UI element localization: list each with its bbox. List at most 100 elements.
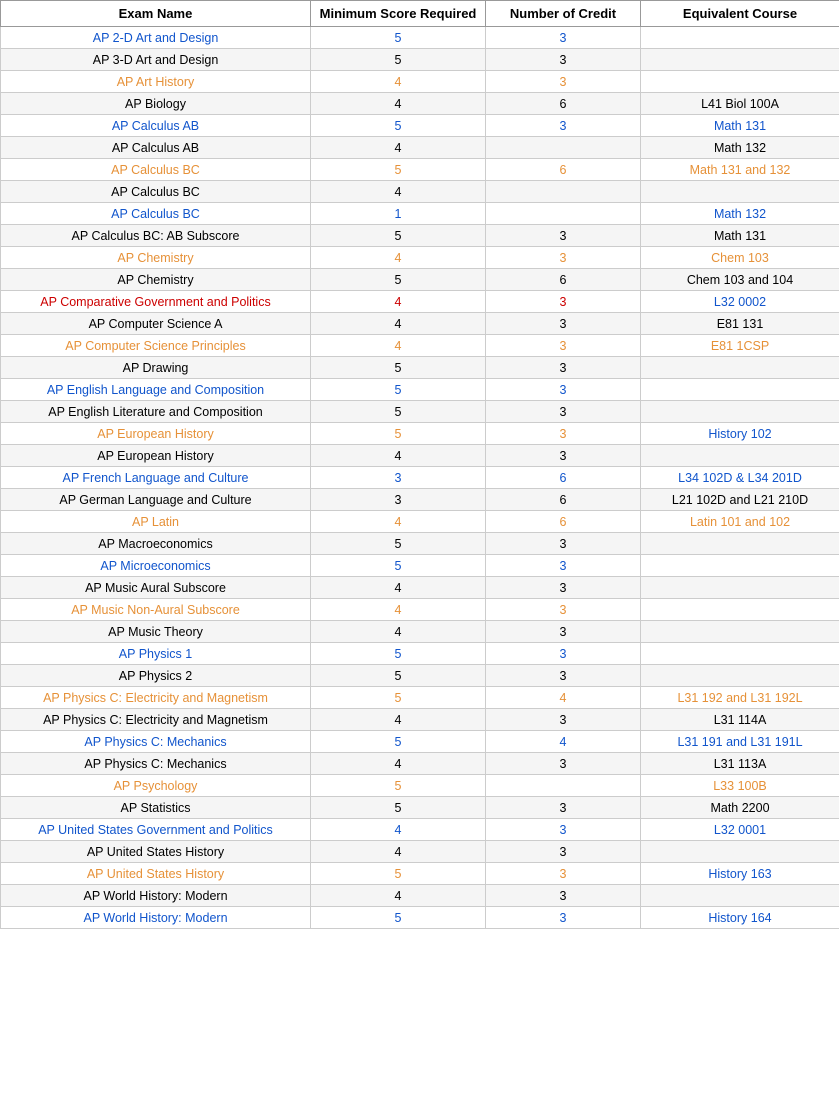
table-row: AP United States Government and Politics…	[1, 819, 839, 841]
min-score-cell: 3	[311, 467, 486, 489]
exam-name-cell: AP Computer Science Principles	[1, 335, 311, 357]
min-score-cell: 4	[311, 753, 486, 775]
equiv-course-cell: L32 0002	[641, 291, 839, 313]
equiv-course-cell: L34 102D & L34 201D	[641, 467, 839, 489]
exam-name-cell: AP Physics C: Electricity and Magnetism	[1, 687, 311, 709]
table-row: AP Chemistry43Chem 103	[1, 247, 839, 269]
min-score-cell: 5	[311, 379, 486, 401]
exam-name-cell: AP Statistics	[1, 797, 311, 819]
exam-name-cell: AP Calculus BC: AB Subscore	[1, 225, 311, 247]
table-row: AP Physics C: Mechanics43L31 113A	[1, 753, 839, 775]
exam-name-cell: AP Physics C: Electricity and Magnetism	[1, 709, 311, 731]
exam-name-cell: AP Music Theory	[1, 621, 311, 643]
credit-cell: 3	[486, 797, 641, 819]
exam-name-cell: AP European History	[1, 445, 311, 467]
equiv-course-cell	[641, 841, 839, 863]
equiv-course-cell	[641, 577, 839, 599]
table-row: AP World History: Modern53History 164	[1, 907, 839, 929]
credit-cell: 3	[486, 115, 641, 137]
min-score-cell: 5	[311, 643, 486, 665]
equiv-course-cell: L31 113A	[641, 753, 839, 775]
exam-name-cell: AP United States History	[1, 863, 311, 885]
exam-name-cell: AP 2-D Art and Design	[1, 27, 311, 49]
exam-name-cell: AP Comparative Government and Politics	[1, 291, 311, 313]
credit-cell: 3	[486, 335, 641, 357]
equiv-course-cell: History 163	[641, 863, 839, 885]
equiv-course-cell	[641, 357, 839, 379]
equiv-course-cell	[641, 555, 839, 577]
exam-name-cell: AP Art History	[1, 71, 311, 93]
exam-name-cell: AP French Language and Culture	[1, 467, 311, 489]
exam-name-cell: AP United States Government and Politics	[1, 819, 311, 841]
equiv-course-cell	[641, 445, 839, 467]
table-row: AP Calculus BC: AB Subscore53Math 131	[1, 225, 839, 247]
table-row: AP Physics C: Mechanics54L31 191 and L31…	[1, 731, 839, 753]
table-row: AP Drawing53	[1, 357, 839, 379]
exam-name-cell: AP Drawing	[1, 357, 311, 379]
credit-cell: 3	[486, 599, 641, 621]
min-score-cell: 4	[311, 621, 486, 643]
exam-name-cell: AP Psychology	[1, 775, 311, 797]
credit-cell: 3	[486, 643, 641, 665]
min-score-cell: 5	[311, 533, 486, 555]
table-row: AP European History53History 102	[1, 423, 839, 445]
equiv-course-cell: Chem 103	[641, 247, 839, 269]
exam-name-cell: AP German Language and Culture	[1, 489, 311, 511]
credit-cell: 3	[486, 841, 641, 863]
credit-cell: 3	[486, 379, 641, 401]
credit-cell: 3	[486, 555, 641, 577]
min-score-cell: 4	[311, 181, 486, 203]
min-score-cell: 4	[311, 599, 486, 621]
exam-name-cell: AP Physics 2	[1, 665, 311, 687]
equiv-course-cell: Math 132	[641, 203, 839, 225]
credit-cell: 3	[486, 225, 641, 247]
equiv-course-cell: E81 1CSP	[641, 335, 839, 357]
equiv-course-cell: History 164	[641, 907, 839, 929]
credit-cell: 3	[486, 313, 641, 335]
equiv-course-cell: Math 131 and 132	[641, 159, 839, 181]
equiv-course-cell: Chem 103 and 104	[641, 269, 839, 291]
table-row: AP Calculus BC4	[1, 181, 839, 203]
equiv-course-cell: L31 191 and L31 191L	[641, 731, 839, 753]
equiv-course-cell	[641, 533, 839, 555]
credit-cell: 3	[486, 665, 641, 687]
credit-cell: 3	[486, 357, 641, 379]
min-score-cell: 4	[311, 335, 486, 357]
table-row: AP Microeconomics53	[1, 555, 839, 577]
exam-name-cell: AP Calculus BC	[1, 181, 311, 203]
exam-name-cell: AP Physics C: Mechanics	[1, 753, 311, 775]
table-row: AP English Language and Composition53	[1, 379, 839, 401]
equiv-course-cell	[641, 181, 839, 203]
exam-name-cell: AP World History: Modern	[1, 885, 311, 907]
equiv-course-cell: L21 102D and L21 210D	[641, 489, 839, 511]
table-row: AP Physics 253	[1, 665, 839, 687]
table-row: AP Computer Science Principles43E81 1CSP	[1, 335, 839, 357]
exam-name-cell: AP Calculus BC	[1, 159, 311, 181]
min-score-cell: 5	[311, 159, 486, 181]
header-credit: Number of Credit	[486, 1, 641, 27]
exam-name-cell: AP Chemistry	[1, 269, 311, 291]
min-score-cell: 5	[311, 731, 486, 753]
credit-cell: 3	[486, 71, 641, 93]
exam-name-cell: AP Calculus BC	[1, 203, 311, 225]
credit-cell: 3	[486, 577, 641, 599]
table-row: AP Computer Science A43E81 131	[1, 313, 839, 335]
min-score-cell: 5	[311, 797, 486, 819]
min-score-cell: 3	[311, 489, 486, 511]
min-score-cell: 4	[311, 247, 486, 269]
min-score-cell: 4	[311, 71, 486, 93]
equiv-course-cell: L41 Biol 100A	[641, 93, 839, 115]
min-score-cell: 4	[311, 137, 486, 159]
credit-cell: 6	[486, 489, 641, 511]
table-row: AP 3-D Art and Design53	[1, 49, 839, 71]
equiv-course-cell	[641, 401, 839, 423]
table-row: AP World History: Modern43	[1, 885, 839, 907]
equiv-course-cell: Math 131	[641, 115, 839, 137]
equiv-course-cell: History 102	[641, 423, 839, 445]
min-score-cell: 4	[311, 93, 486, 115]
credit-cell	[486, 137, 641, 159]
credit-cell: 6	[486, 159, 641, 181]
exam-name-cell: AP English Literature and Composition	[1, 401, 311, 423]
credit-cell: 3	[486, 753, 641, 775]
credit-cell: 3	[486, 423, 641, 445]
